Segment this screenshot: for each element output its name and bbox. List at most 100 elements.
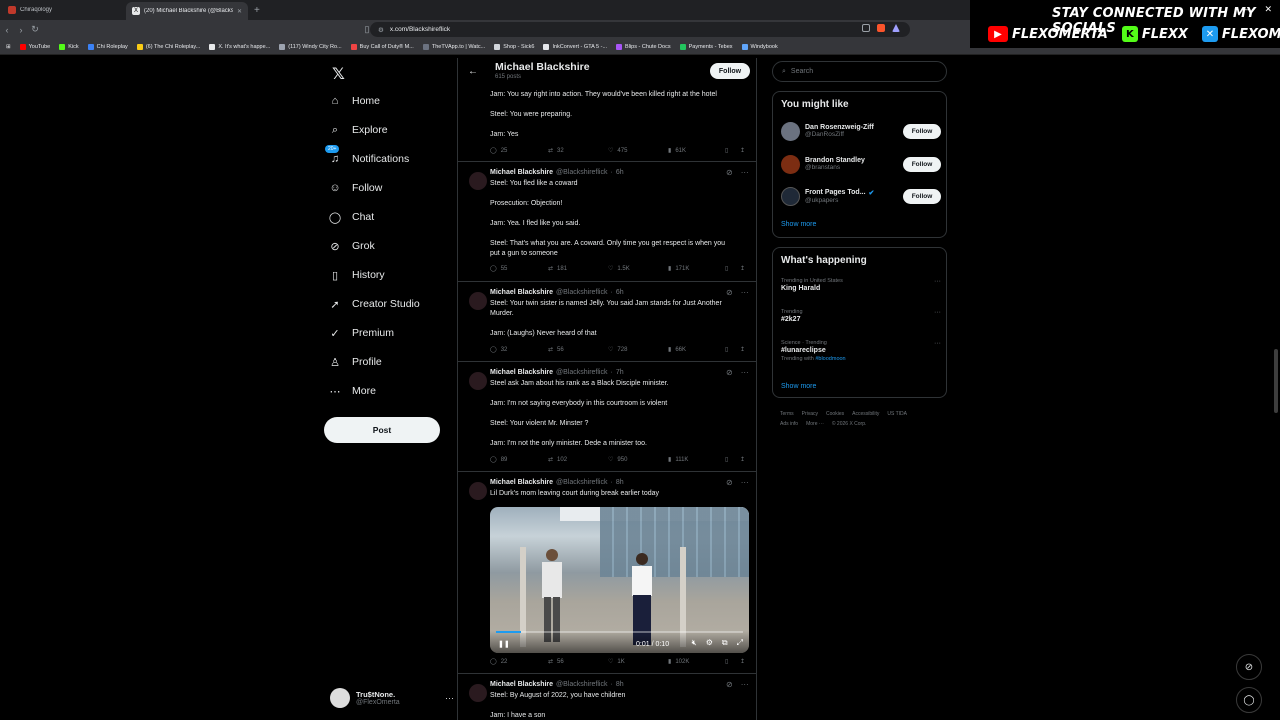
follow-button[interactable]: Follow [903, 123, 941, 139]
page-scrollbar[interactable] [1274, 349, 1278, 413]
show-more-link[interactable]: Show more [781, 221, 816, 228]
post-button[interactable]: Post [324, 417, 440, 443]
grok-icon[interactable]: ⊘ [726, 680, 733, 689]
bookmark-item[interactable]: Chi Roleplay [87, 43, 128, 50]
reply-button[interactable]: ◯ 32 [490, 346, 507, 354]
brave-shield-icon[interactable] [877, 24, 885, 32]
bookmark-item[interactable]: Blips - Chute Docs [616, 43, 671, 50]
follow-button[interactable]: Follow [710, 63, 750, 79]
footer-link[interactable]: Cookies [826, 411, 844, 417]
sidebar-item-history[interactable]: ▯ History [328, 263, 385, 287]
views-button[interactable]: ▮ 111K [668, 456, 688, 464]
address-bar[interactable]: ⚙ x.com/Blackshireflick [370, 22, 910, 37]
video-player[interactable]: ❚❚ 0:01 / 0:10 🔇︎ ⚙ ⧉ ⤢ [490, 507, 749, 653]
tweet[interactable]: Michael Blackshire @Blackshireflick · 7h ⊘ ·… [458, 362, 756, 472]
bookmark-item[interactable]: X. It's what's happe... [209, 43, 270, 50]
video-progress-bar[interactable] [496, 631, 743, 633]
sidebar-item-follow[interactable]: ☺ Follow [328, 176, 382, 200]
like-button[interactable]: ♡ 475 [608, 147, 627, 155]
reply-button[interactable]: ◯ 89 [490, 456, 507, 464]
repost-button[interactable]: ⇄ 102 [548, 456, 567, 464]
views-button[interactable]: ▮ 66K [668, 346, 686, 354]
more-icon[interactable]: ··· [934, 340, 941, 347]
sidebar-item-more[interactable]: ⋯ More [328, 379, 376, 403]
bookmark-icon[interactable]: ▯ [725, 265, 728, 272]
like-button[interactable]: ♡ 1K [608, 658, 625, 666]
close-tab-icon[interactable]: ✕ [237, 8, 242, 15]
tweet[interactable]: Michael Blackshire @Blackshireflick · 8h ⊘ ·… [458, 674, 756, 720]
bookmark-item[interactable]: InkConvert - GTA 5 -... [543, 43, 607, 50]
bookmark-item[interactable]: TheTVApp.to | Watc... [422, 43, 485, 50]
sidebar-item-chat[interactable]: ◯ Chat [328, 205, 374, 229]
bookmark-item[interactable]: (117) Windy City Ro... [279, 43, 342, 50]
suggestion-row[interactable]: Front Pages Tod... ✔ @ukpapers Follow [781, 185, 941, 207]
minimize-icon[interactable]: – [1243, 4, 1248, 15]
reload-icon[interactable]: ↻ [28, 24, 42, 35]
trend-item[interactable]: Science · Trending #lunareclipse Trendin… [781, 340, 941, 362]
trend-item[interactable]: Trending in United States King Harald ··… [781, 278, 941, 292]
repost-button[interactable]: ⇄ 181 [548, 265, 567, 273]
apps-icon[interactable]: ⊞ [6, 44, 11, 50]
settings-icon[interactable]: ⚙ [706, 638, 713, 648]
grok-fab-icon[interactable]: ⊘ [1236, 654, 1262, 680]
repost-button[interactable]: ⇄ 32 [548, 147, 564, 155]
footer-link[interactable]: Accessibility [852, 411, 879, 417]
share-icon[interactable]: ↥ [740, 346, 745, 353]
tweet[interactable]: Michael Blackshire @Blackshireflick · 8h ⊘ ·… [458, 472, 756, 674]
grok-icon[interactable]: ⊘ [726, 368, 733, 377]
bookmark-icon[interactable]: ▯ [725, 147, 728, 154]
sidebar-item-profile[interactable]: ♙ Profile [328, 350, 382, 374]
site-info-icon[interactable]: ⚙ [378, 26, 384, 34]
share-icon[interactable]: ↥ [740, 658, 745, 665]
share-icon[interactable]: ↥ [740, 265, 745, 272]
browser-tab-active[interactable]: X (20) Michael Blackshire (@Blacks... ✕ [126, 2, 248, 20]
bookmark-item[interactable]: Payments - Tebex [679, 43, 733, 50]
bookmark-item[interactable]: Shop - Sick6 [494, 43, 534, 50]
more-icon[interactable]: ··· [934, 309, 941, 316]
repost-button[interactable]: ⇄ 56 [548, 658, 564, 666]
reply-button[interactable]: ◯ 25 [490, 147, 507, 155]
views-button[interactable]: ▮ 102K [668, 658, 689, 666]
tweet[interactable]: Michael Blackshire @Blackshireflick · 6h ⊘ ·… [458, 162, 756, 282]
more-icon[interactable]: ··· [741, 478, 749, 487]
fullscreen-icon[interactable]: ⤢ [737, 638, 743, 648]
suggestion-row[interactable]: Brandon Standley @branstans Follow [781, 153, 941, 175]
pause-icon[interactable]: ❚❚ [498, 640, 510, 648]
sidebar-item-grok[interactable]: ⊘ Grok [328, 234, 374, 258]
share-icon[interactable]: ↥ [740, 147, 745, 154]
reply-button[interactable]: ◯ 22 [490, 658, 507, 666]
follow-button[interactable]: Follow [903, 188, 941, 204]
tweet[interactable]: Michael Blackshire @Blackshireflick · 6h ⊘ ·… [458, 282, 756, 362]
mute-icon[interactable]: 🔇︎ [692, 638, 697, 648]
rewards-icon[interactable] [892, 24, 900, 32]
bookmark-icon[interactable]: ▯ [725, 658, 728, 665]
more-icon[interactable]: ··· [741, 680, 749, 689]
footer-link[interactable]: Ads info [780, 421, 798, 427]
cast-icon[interactable] [862, 24, 870, 32]
grok-icon[interactable]: ⊘ [726, 288, 733, 297]
bookmark-item[interactable]: Windybook [741, 43, 778, 50]
avatar[interactable] [469, 372, 487, 390]
close-window-icon[interactable]: ✕ [1264, 4, 1272, 15]
grok-icon[interactable]: ⊘ [726, 478, 733, 487]
browser-tab[interactable]: Chiraqology [2, 2, 124, 18]
like-button[interactable]: ♡ 950 [608, 456, 627, 464]
bookmark-item[interactable]: (6) The Chi Roleplay... [136, 43, 200, 50]
more-icon[interactable]: ··· [741, 368, 749, 377]
bookmark-item[interactable]: YouTube [19, 43, 50, 50]
pip-icon[interactable]: ⧉ [722, 638, 728, 648]
show-more-link[interactable]: Show more [781, 383, 816, 390]
views-button[interactable]: ▮ 61K [668, 147, 686, 155]
follow-button[interactable]: Follow [903, 156, 941, 172]
footer-link[interactable]: Privacy [802, 411, 818, 417]
sidebar-item-explore[interactable]: ⌕ Explore [328, 118, 388, 142]
more-icon[interactable]: ··· [741, 288, 749, 297]
sidebar-item-home[interactable]: ⌂ Home [328, 89, 380, 113]
like-button[interactable]: ♡ 1.5K [608, 265, 630, 273]
more-icon[interactable]: ··· [741, 168, 749, 177]
messages-fab-icon[interactable]: ◯ [1236, 687, 1262, 713]
bookmark-icon[interactable]: ▯ [725, 346, 728, 353]
grok-icon[interactable]: ⊘ [726, 168, 733, 177]
account-switcher[interactable]: Tru$tNone. @FlexOmerta ··· [330, 686, 454, 710]
bookmark-item[interactable]: Buy Call of Duty® M... [350, 43, 414, 50]
